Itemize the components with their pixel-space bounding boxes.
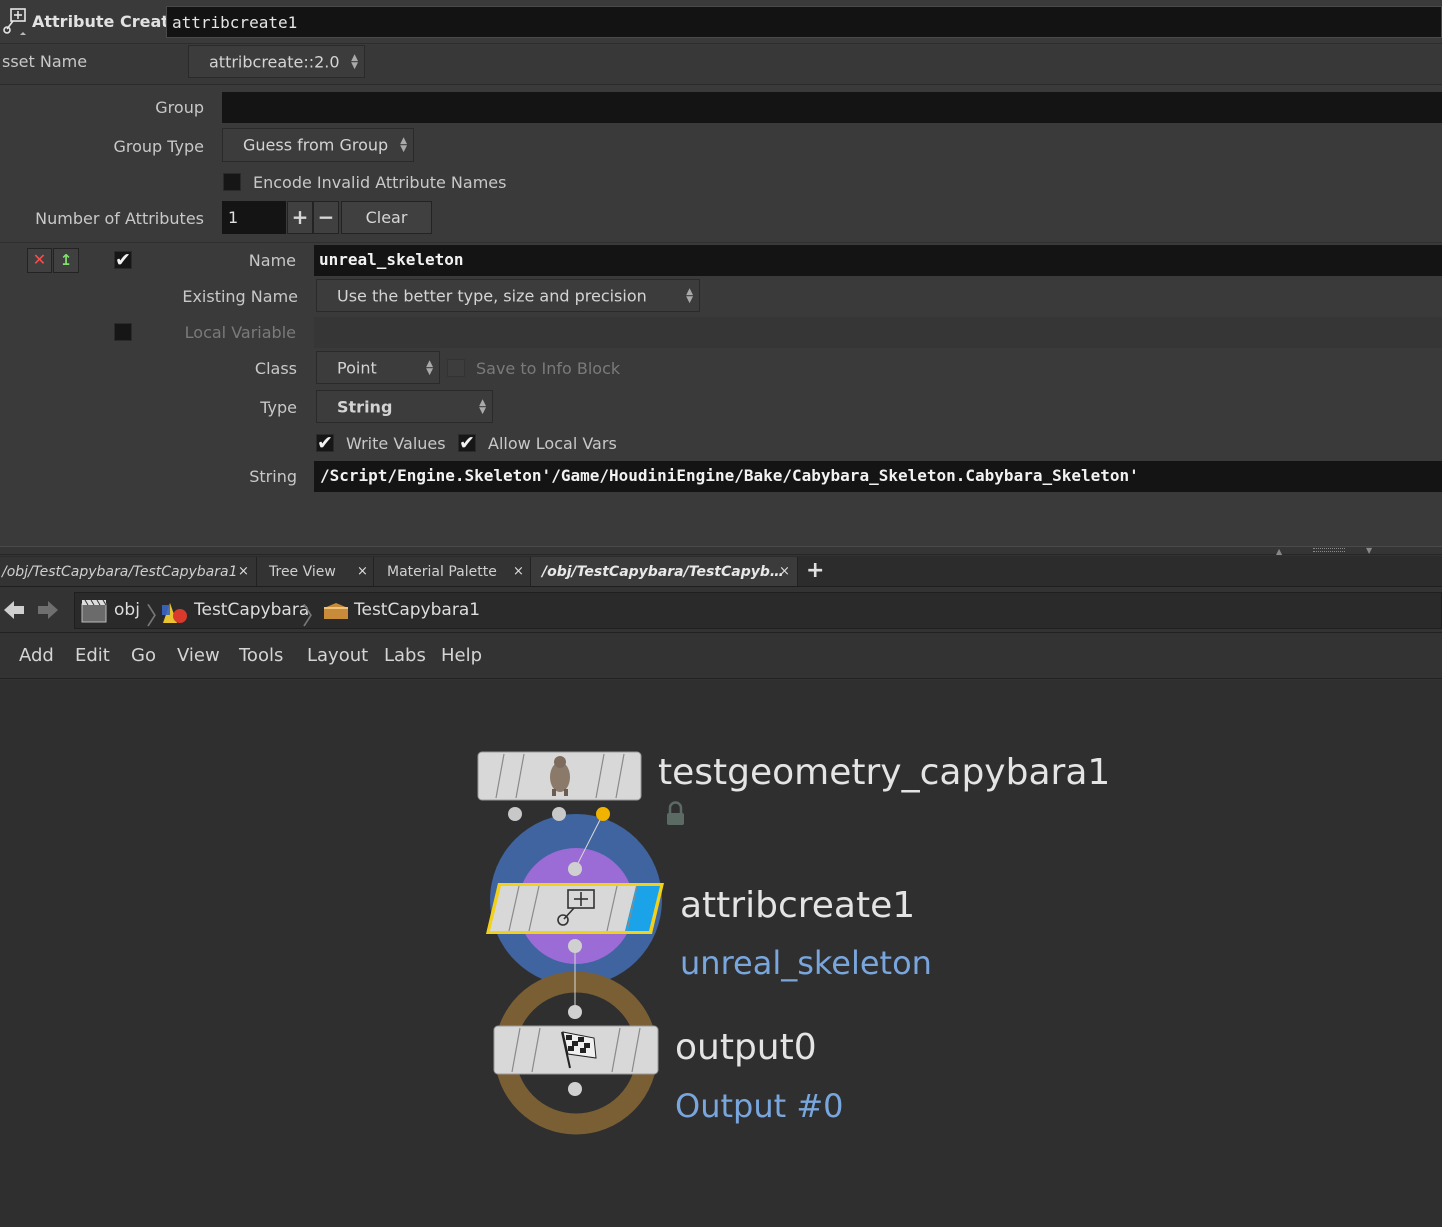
node-type-icon [2,7,28,37]
node-testgeometry[interactable] [477,751,642,821]
existing-name-menu[interactable]: Use the better type, size and precision … [316,279,700,312]
multiparm-block [0,242,1442,243]
type-menu[interactable]: String ▲ ▼ [316,390,493,423]
chevron-updown-icon: ▲ ▼ [351,52,358,71]
close-icon[interactable]: × [238,564,249,579]
chevron-updown-icon: ▲ ▼ [479,397,486,416]
allow-local-vars-label: Allow Local Vars [488,434,617,453]
node-type-label: Attribute Create [32,12,180,31]
geometry-object-icon [160,599,188,625]
menu-go[interactable]: Go [131,645,156,666]
collapse-down-icon[interactable]: ▼ [1366,546,1372,555]
menu-edit[interactable]: Edit [75,645,110,666]
asset-version-menu[interactable]: attribcreate::2.0 ▲ ▼ [188,45,365,78]
existing-name-label: Existing Name [182,287,298,306]
num-attributes-value: 1 [228,208,239,227]
group-field[interactable] [222,92,1442,123]
clear-button[interactable]: Clear [341,201,432,234]
check-icon: ✔ [317,432,333,454]
node-name-value: attribcreate1 [172,13,298,32]
attribute-name-field[interactable]: unreal_skeleton [314,245,1442,276]
remove-attribute-button[interactable]: − [313,201,339,234]
drag-handle-icon[interactable] [1313,548,1345,552]
save-info-block-label: Save to Info Block [476,359,621,378]
name-label: Name [248,251,296,270]
string-value: /Script/Engine.Skeleton'/Game/HoudiniEng… [320,466,1139,485]
menu-tools[interactable]: Tools [239,645,283,666]
menu-view[interactable]: View [177,645,220,666]
menu-layout[interactable]: Layout [307,645,368,666]
menu-add[interactable]: Add [19,645,54,666]
close-icon[interactable]: × [779,564,790,579]
node-output-label[interactable]: output0 [675,1027,817,1068]
tab-label: Material Palette [387,564,497,580]
menu-help[interactable]: Help [441,645,482,666]
encode-invalid-checkbox[interactable] [223,173,241,191]
node-attribcreate-comment: unreal_skeleton [680,944,932,982]
class-label: Class [254,359,297,378]
encode-invalid-label: Encode Invalid Attribute Names [253,173,507,192]
check-icon: ✔ [459,432,475,454]
string-label: String [249,467,297,486]
class-menu[interactable]: Point ▲ ▼ [316,351,440,384]
breadcrumb-label: TestCapybara1 [354,600,481,620]
tab-network-1[interactable]: /obj/TestCapybara/TestCapybara1 × [0,557,257,586]
collapse-up-icon[interactable]: ▲ [1276,547,1282,556]
local-variable-checkbox[interactable] [114,323,132,341]
breadcrumb-item-obj[interactable]: obj [78,596,148,626]
tab-tree-view[interactable]: Tree View × [257,557,374,586]
attribute-name-value: unreal_skeleton [319,250,464,269]
num-attributes-field[interactable]: 1 [222,201,286,234]
insert-instance-icon[interactable]: ↥ [53,248,79,273]
close-icon[interactable]: × [357,564,368,579]
local-variable-field [314,317,1442,348]
close-icon[interactable]: × [513,564,524,579]
breadcrumb-item-testcapybara[interactable]: TestCapybara [160,596,309,626]
type-value: String [337,397,393,416]
group-type-label: Group Type [113,137,204,156]
obj-icon [80,598,108,624]
node-testgeometry-label[interactable]: testgeometry_capybara1 [658,752,1110,793]
class-value: Point [337,358,377,377]
add-tab-button[interactable]: + [806,558,824,583]
existing-name-value: Use the better type, size and precision [337,286,647,305]
local-variable-label: Local Variable [184,323,296,342]
forward-arrow-icon[interactable] [36,598,60,622]
back-arrow-icon[interactable] [2,598,26,622]
tab-label: /obj/TestCapybara/TestCapyb… [542,564,784,580]
tab-network-active[interactable]: /obj/TestCapybara/TestCapyb… × [531,557,798,586]
breadcrumb-label: TestCapybara [194,600,310,620]
asset-name-label: sset Name [2,52,88,71]
chevron-updown-icon: ▲ ▼ [400,136,407,154]
save-info-block-checkbox[interactable] [447,359,465,377]
asset-version-value: attribcreate::2.0 [209,52,340,71]
num-attributes-label: Number of Attributes [35,209,204,228]
remove-instance-icon[interactable]: ✕ [27,248,52,273]
node-name-field[interactable]: attribcreate1 [166,6,1442,38]
group-label: Group [155,98,204,117]
pane-divider[interactable] [0,546,1442,555]
breadcrumb-label: obj [114,600,140,620]
node-attribcreate-label[interactable]: attribcreate1 [680,885,915,926]
tab-material-palette[interactable]: Material Palette × [374,557,531,586]
tab-label: /obj/TestCapybara/TestCapybara1 [2,564,238,580]
group-type-menu[interactable]: Guess from Group ▲ ▼ [222,128,414,162]
subnet-box-icon [322,600,350,622]
type-label: Type [260,398,297,417]
chevron-updown-icon: ▲ ▼ [426,358,433,377]
node-output-comment: Output #0 [675,1087,844,1125]
menu-labs[interactable]: Labs [384,645,426,666]
write-values-label: Write Values [346,434,446,453]
group-type-value: Guess from Group [243,135,389,155]
check-icon: ✔ [115,249,131,271]
string-value-field[interactable]: /Script/Engine.Skeleton'/Game/HoudiniEng… [314,461,1442,492]
chevron-updown-icon: ▲ ▼ [686,286,693,305]
breadcrumb-item-testcapybara1[interactable]: TestCapybara1 [320,596,480,626]
tab-label: Tree View [269,564,336,580]
lock-icon [667,801,684,825]
add-attribute-button[interactable]: + [287,201,313,234]
